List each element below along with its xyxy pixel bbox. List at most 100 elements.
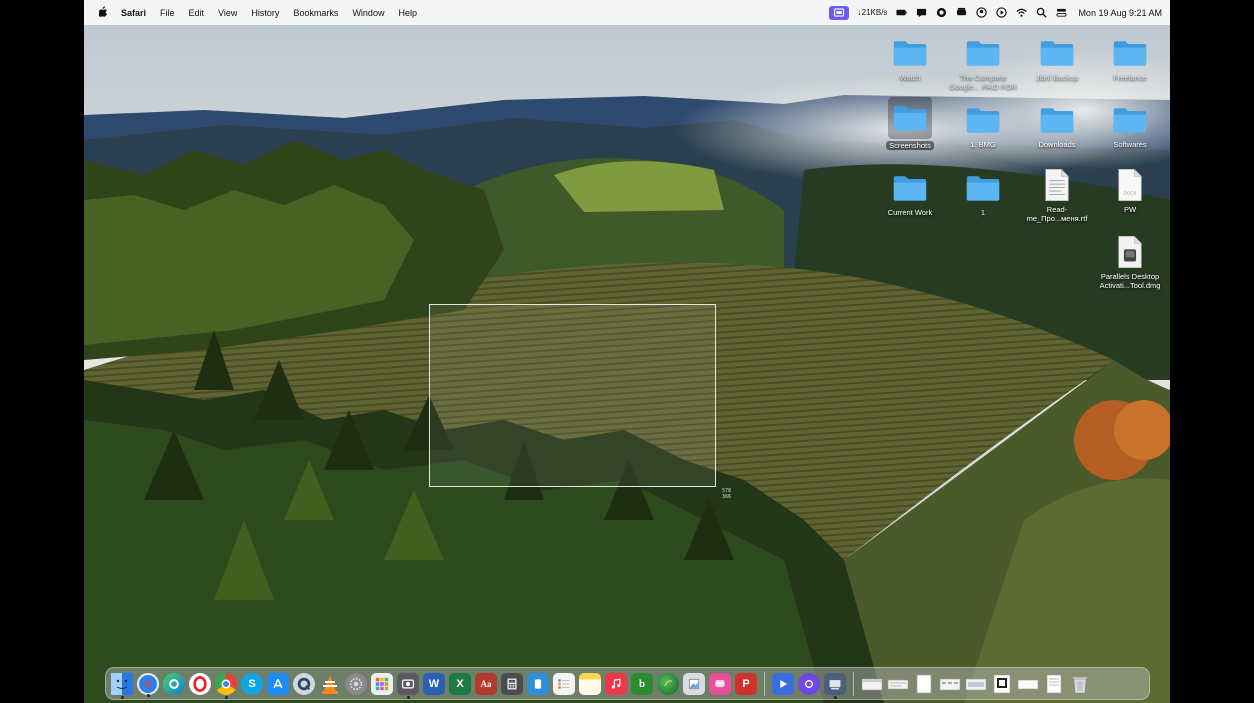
desktop-item-label: Jibril Backup: [1035, 73, 1079, 82]
desktop-item-label: 1: [980, 208, 986, 217]
chat-icon[interactable]: [936, 7, 947, 18]
menu-view[interactable]: View: [211, 8, 244, 18]
desktop-folder-freelance[interactable]: Freelance: [1094, 35, 1166, 82]
dock-separator: [764, 671, 765, 696]
purple-app-icon[interactable]: [798, 672, 820, 695]
launchpad-icon[interactable]: [371, 672, 393, 695]
desktop-item-label: Downloads: [1038, 140, 1076, 149]
selection-dimension-readout: 578 366: [722, 488, 732, 500]
apple-menu-icon[interactable]: [92, 5, 114, 20]
desktop-file-readme-rtf[interactable]: Read-me_Про...меня.rtf: [1021, 167, 1093, 223]
desktop-item-label: PW: [1123, 205, 1137, 214]
reminders-icon[interactable]: [553, 672, 575, 695]
globe-app-icon[interactable]: [657, 672, 679, 695]
desktop-item-label: 1. BMG: [970, 140, 996, 149]
menu-help[interactable]: Help: [391, 8, 424, 18]
screen-recorder-icon[interactable]: [828, 5, 849, 20]
app-store-icon[interactable]: [267, 672, 289, 695]
window-thumbnail-icon[interactable]: [1017, 673, 1039, 695]
desktop-screen: Safari File Edit View History Bookmarks …: [84, 0, 1170, 703]
desktop-file-parallels-dmg[interactable]: Parallels Desktop Activati...Tool.dmg: [1094, 234, 1166, 290]
document-icon[interactable]: [913, 673, 935, 695]
window-thumbnail-icon[interactable]: [939, 673, 961, 695]
desktop-folder-complete-google[interactable]: The Complete Google... PAID FOR: [947, 35, 1019, 91]
menu-bookmarks[interactable]: Bookmarks: [286, 8, 345, 18]
quick-player-icon[interactable]: [772, 672, 794, 695]
menu-window[interactable]: Window: [345, 8, 391, 18]
qr-document-icon[interactable]: [991, 673, 1013, 695]
menu-file[interactable]: File: [153, 8, 182, 18]
window-thumbnail-icon[interactable]: [861, 673, 883, 695]
folder-icon: [1037, 35, 1077, 71]
document-icon[interactable]: [1043, 673, 1065, 695]
screenshot-icon[interactable]: [397, 672, 419, 699]
desktop-folder-1[interactable]: 1: [947, 170, 1019, 217]
spotlight-search-icon[interactable]: [1036, 7, 1048, 18]
chrome-icon[interactable]: [215, 672, 237, 699]
desktop-item-label: Parallels Desktop Activati...Tool.dmg: [1099, 272, 1161, 290]
notification-icon[interactable]: [916, 7, 927, 18]
skype-icon[interactable]: S: [241, 672, 263, 695]
music-icon[interactable]: [605, 672, 627, 695]
play-circle-icon[interactable]: [996, 7, 1008, 18]
finder-icon[interactable]: [111, 672, 133, 699]
desktop-item-label: Screenshots: [886, 141, 934, 150]
wps-icon[interactable]: P: [735, 672, 757, 695]
control-center-icon[interactable]: [1056, 7, 1067, 18]
desktop-folder-current-work[interactable]: Current Work: [874, 170, 946, 217]
desktop-folder-downloads[interactable]: Downloads: [1021, 102, 1093, 149]
desktop-folder-softwares[interactable]: Softwares: [1094, 102, 1166, 149]
bbedit-icon[interactable]: b: [631, 672, 653, 695]
game-controller-icon[interactable]: [956, 7, 967, 18]
system-settings-icon[interactable]: [345, 672, 367, 695]
battery-icon[interactable]: [896, 7, 908, 18]
desktop-item-label: The Complete Google... PAID FOR: [949, 73, 1017, 91]
folder-icon: [963, 102, 1003, 138]
opera-icon[interactable]: [189, 672, 211, 695]
folder-icon: [1110, 102, 1150, 138]
trash-icon[interactable]: [1069, 673, 1091, 695]
edge-icon[interactable]: [163, 672, 185, 695]
wifi-icon[interactable]: [1016, 7, 1027, 18]
folder-icon: [890, 35, 930, 71]
desktop-folder-watch[interactable]: Watch: [874, 35, 946, 82]
docx-document-icon: DOCX: [1110, 167, 1150, 203]
disk-image-icon: [1110, 234, 1150, 270]
folder-icon: [890, 170, 930, 206]
folder-icon: [963, 170, 1003, 206]
desktop-file-pw-docx[interactable]: DOCX PW: [1094, 167, 1166, 214]
excel-icon[interactable]: X: [449, 672, 471, 695]
screenshot-selection-rectangle[interactable]: [429, 304, 716, 487]
window-thumbnail-icon[interactable]: [887, 673, 909, 695]
desktop-folder-bmg[interactable]: 1. BMG: [947, 102, 1019, 149]
network-speed[interactable]: ↓21KB/s: [858, 8, 888, 17]
folder-icon: [888, 97, 932, 139]
screen-recorder-dock-icon[interactable]: [824, 672, 846, 699]
menu-history[interactable]: History: [244, 8, 286, 18]
desktop-item-label: Current Work: [887, 208, 933, 217]
teams-icon[interactable]: [527, 672, 549, 695]
preview-icon[interactable]: [683, 672, 705, 695]
desktop-folder-jibril-backup[interactable]: Jibril Backup: [1021, 35, 1093, 82]
menu-edit[interactable]: Edit: [182, 8, 212, 18]
user-account-icon[interactable]: [976, 7, 988, 18]
desktop-item-label: Read-me_Про...меня.rtf: [1026, 205, 1088, 223]
desktop-item-label: Freelance: [1113, 73, 1147, 82]
desktop-folder-screenshots[interactable]: Screenshots: [874, 97, 946, 150]
folder-icon: [1110, 35, 1150, 71]
safari-icon[interactable]: [137, 672, 159, 697]
pink-app-icon[interactable]: [709, 672, 731, 695]
svg-text:DOCX: DOCX: [1124, 191, 1137, 196]
folder-icon: [1037, 102, 1077, 138]
menu-bar-clock[interactable]: Mon 19 Aug 9:21 AM: [1078, 8, 1162, 18]
vlc-icon[interactable]: [319, 673, 341, 695]
word-icon[interactable]: W: [423, 672, 445, 695]
rtf-document-icon: [1037, 167, 1077, 203]
quicktime-icon[interactable]: [293, 672, 315, 695]
menu-app-name[interactable]: Safari: [114, 8, 153, 18]
dock-separator: [853, 671, 854, 696]
calculator-icon[interactable]: [501, 672, 523, 695]
window-thumbnail-icon[interactable]: [965, 673, 987, 695]
notes-icon[interactable]: [579, 672, 601, 695]
dictionary-icon[interactable]: Aa: [475, 672, 497, 695]
